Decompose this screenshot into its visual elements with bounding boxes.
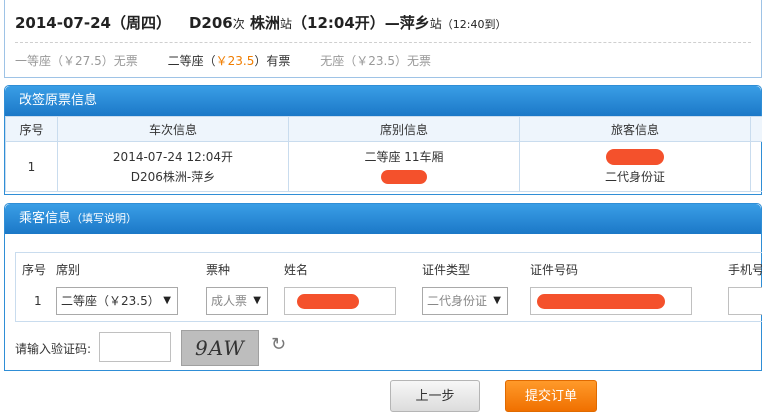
panel-title: 改签原票信息 [5,86,761,116]
header-id-type: 证件类型 [422,263,471,277]
train-suffix: 次 [232,17,245,31]
original-ticket-table: 序号 车次信息 席别信息 旅客信息 1 2014-07-24 12:04开 D2… [5,116,762,192]
chevron-down-icon: ▼ [493,295,501,306]
depart-time: （12:04开） [292,14,385,32]
row-index: 1 [34,294,42,308]
seat-second-class: 二等座（￥23.5）有票 [167,54,291,68]
header-ticket-type: 票种 [206,263,231,277]
original-ticket-panel: 改签原票信息 序号 车次信息 席别信息 旅客信息 1 2014-07-24 12… [4,85,762,195]
table-row: 1 2014-07-24 12:04开 D206株洲-萍乡 二等座 11车厢 二… [5,141,762,192]
id-type-select[interactable]: 二代身份证 ▼ [422,287,508,315]
redaction-mark [381,170,427,184]
passenger-form: 序号 席别 票种 姓名 证件类型 证件号码 手机号 1 二等座（￥23.5） ▼… [15,252,762,322]
id-number-input[interactable] [530,287,692,315]
seat-availability: 一等座（￥27.5）无票 二等座（￥23.5）有票 无座（￥23.5）无票 [15,52,457,69]
route-dash: — [384,14,400,32]
seat-no-seat: 无座（￥23.5）无票 [320,54,431,68]
redaction-mark [537,294,665,309]
col-train: 车次信息 [57,116,289,142]
chevron-down-icon: ▼ [163,295,171,306]
captcha-input[interactable] [99,332,171,362]
divider [15,42,751,43]
name-input[interactable] [284,287,396,315]
previous-step-button[interactable]: 上一步 [390,380,480,412]
ticket-type-select[interactable]: 成人票 ▼ [206,287,268,315]
header-index: 序号 [22,263,47,277]
train-summary: 2014-07-24（周四） D206次 株洲站（12:04开）—萍乡站（12:4… [4,0,762,78]
refresh-icon[interactable]: ↻ [271,334,286,355]
col-index: 序号 [5,116,58,142]
train-weekday: （周四） [110,14,171,32]
col-seat: 席别信息 [288,116,520,142]
col-passenger: 旅客信息 [519,116,751,142]
arrive-time: （12:40到） [441,18,507,31]
header-id-number: 证件号码 [530,263,579,277]
seat-select[interactable]: 二等座（￥23.5） ▼ [56,287,178,315]
chevron-down-icon: ▼ [253,295,261,306]
header-phone: 手机号 [728,263,762,277]
train-date: 2014-07-24 [15,14,111,32]
captcha-image[interactable]: 9AW [181,330,259,366]
row-index: 1 [5,141,58,192]
fill-guide-link[interactable]: （填写说明） [71,212,137,225]
header-name: 姓名 [284,263,309,277]
from-station: 株洲 [249,14,280,32]
row-passenger-info: 二代身份证 [519,141,751,192]
row-seat-info: 二等座 11车厢 [288,141,520,192]
to-station: 萍乡 [399,14,430,32]
passenger-panel: 乘客信息（填写说明） 序号 席别 票种 姓名 证件类型 证件号码 手机号 1 二… [4,203,762,371]
header-seat: 席别 [56,263,81,277]
panel-title: 乘客信息（填写说明） [5,204,761,234]
train-number: D206 [188,14,233,32]
captcha-label: 请输入验证码: [15,342,92,356]
redaction-mark [297,294,359,309]
train-title: 2014-07-24（周四） D206次 株洲站（12:04开）—萍乡站（12:4… [15,12,507,33]
row-train-info: 2014-07-24 12:04开 D206株洲-萍乡 [57,141,289,192]
submit-order-button[interactable]: 提交订单 [505,380,597,412]
redaction-mark [606,149,664,165]
to-station-suffix: 站 [429,17,442,31]
seat-first-class: 一等座（￥27.5）无票 [15,54,138,68]
from-station-suffix: 站 [280,17,293,31]
phone-input[interactable] [728,287,762,315]
